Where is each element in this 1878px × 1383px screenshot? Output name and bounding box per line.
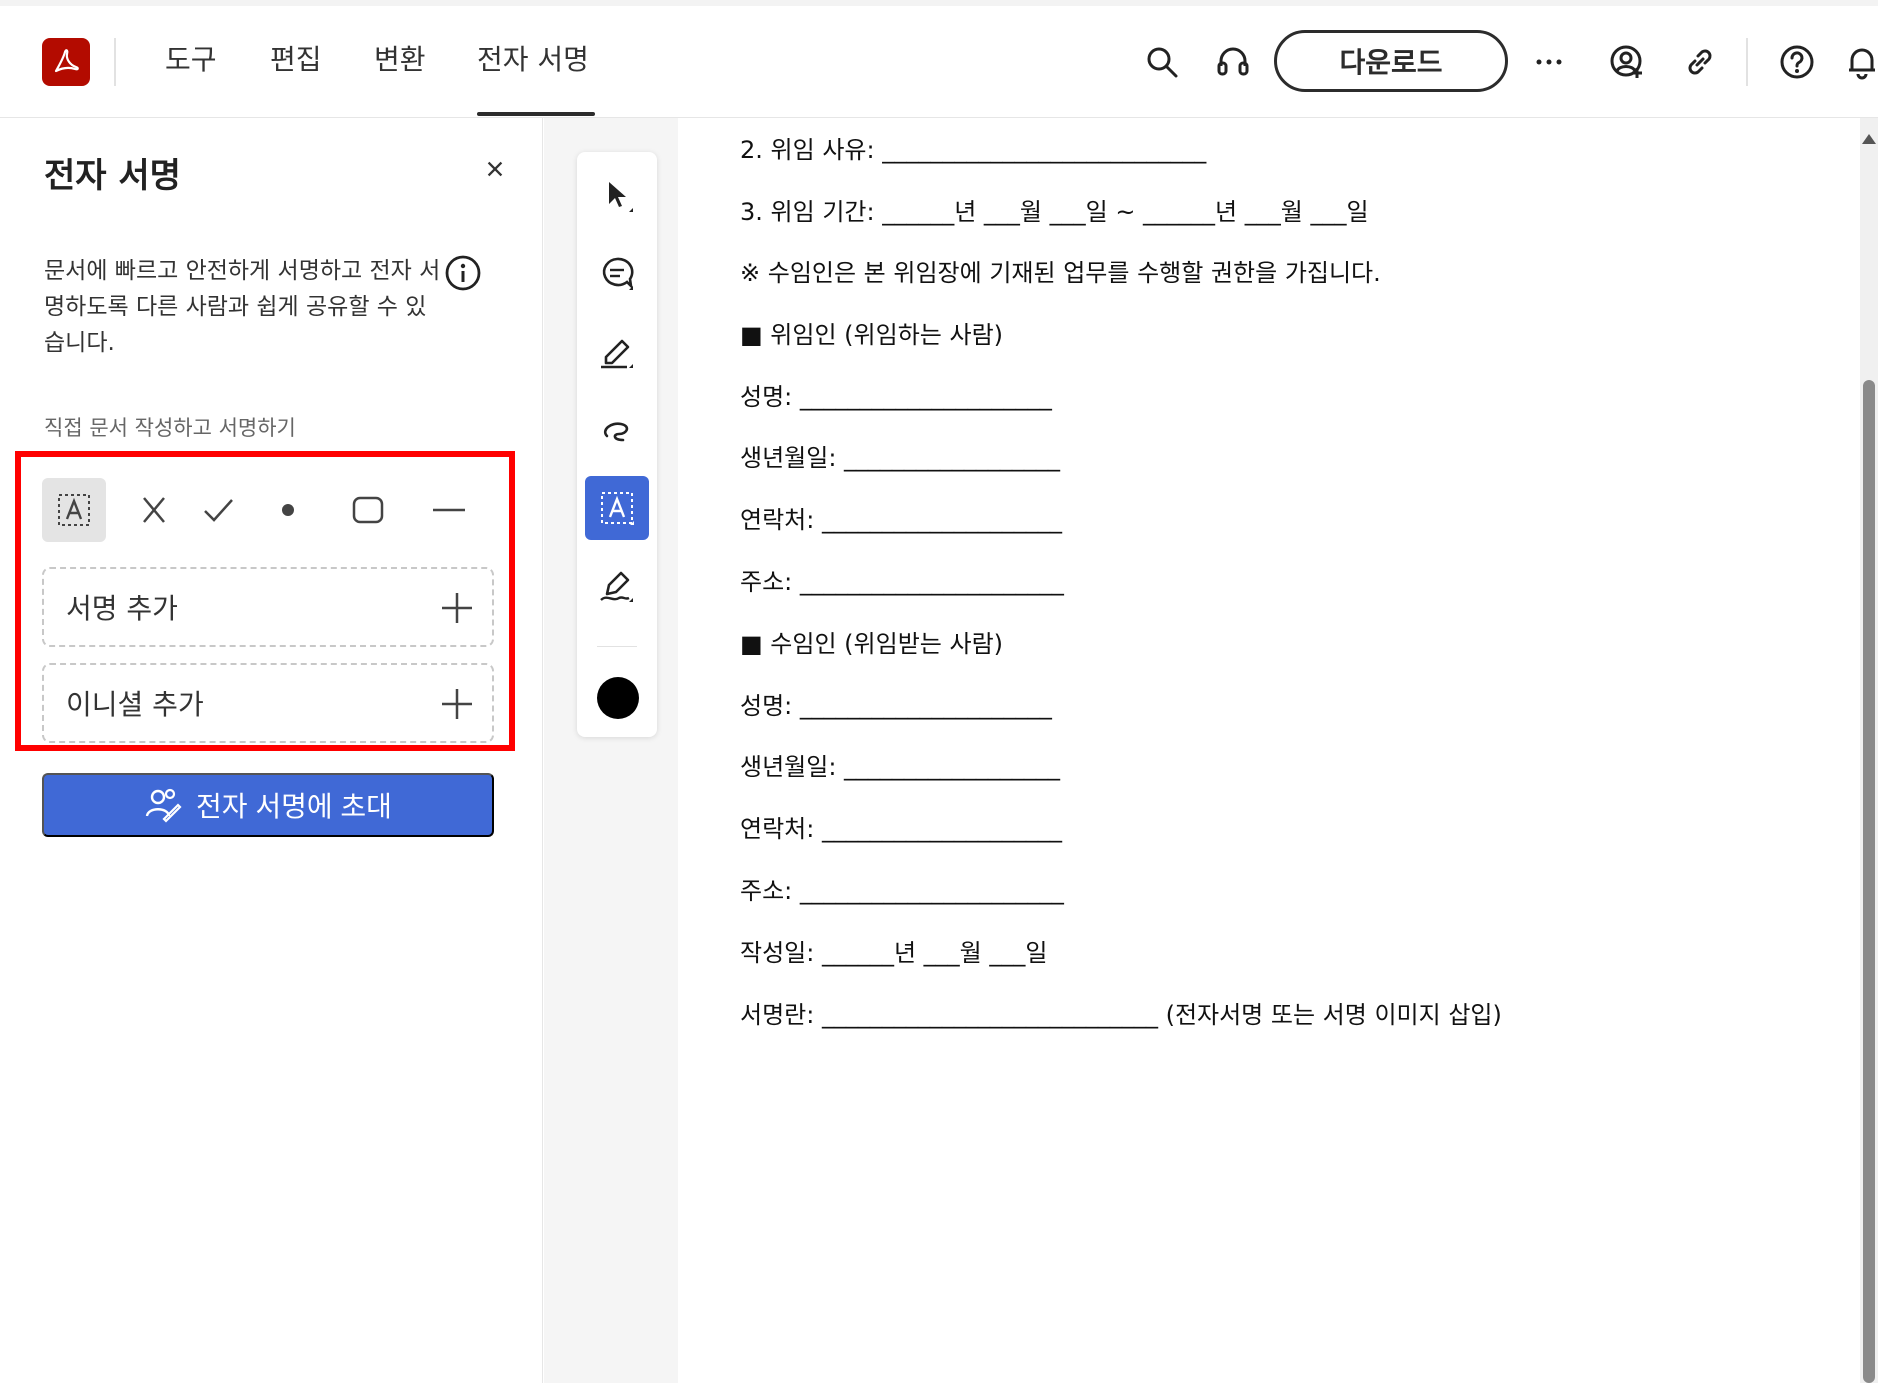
doc-line: 주소: ______________________ xyxy=(740,877,1064,905)
section-label: 직접 문서 작성하고 서명하기 xyxy=(44,416,296,440)
doc-line: 작성일: ______년 ___월 ___일 xyxy=(740,939,1048,967)
doc-line: 생년월일: __________________ xyxy=(740,444,1061,472)
rectangle-icon[interactable] xyxy=(336,478,400,542)
text-field-icon[interactable] xyxy=(42,478,106,542)
cross-icon[interactable] xyxy=(122,478,186,542)
acrobat-glyph xyxy=(54,49,79,73)
doc-line: 주소: ______________________ xyxy=(740,568,1064,596)
search-icon[interactable] xyxy=(1140,40,1184,84)
plus-icon xyxy=(442,593,472,623)
doc-line: 2. 위임 사유: ___________________________ xyxy=(740,136,1207,164)
headset-icon[interactable] xyxy=(1211,40,1255,84)
document-page[interactable]: 2. 위임 사유: ___________________________ 3.… xyxy=(678,118,1860,1383)
add-initials-label: 이니셜 추가 xyxy=(66,688,204,721)
add-initials-slot[interactable]: 이니셜 추가 xyxy=(42,663,494,743)
doc-line: 성명: _____________________ xyxy=(740,383,1052,411)
more-icon[interactable] xyxy=(1527,40,1571,84)
panel-title: 전자 서명 xyxy=(44,156,181,196)
comment-icon[interactable] xyxy=(585,242,649,306)
dot-icon[interactable] xyxy=(256,478,320,542)
highlighter-icon[interactable] xyxy=(585,320,649,384)
doc-line: 생년월일: __________________ xyxy=(740,753,1061,781)
plus-icon xyxy=(442,689,472,719)
link-icon[interactable] xyxy=(1678,40,1722,84)
doc-line: 연락처: ____________________ xyxy=(740,506,1062,534)
line-icon[interactable] xyxy=(417,478,481,542)
color-picker[interactable] xyxy=(597,677,639,719)
close-icon[interactable] xyxy=(478,152,512,186)
tab-e-sign[interactable]: 전자 서명 xyxy=(477,40,589,80)
bell-icon[interactable] xyxy=(1844,40,1878,84)
doc-line: 성명: _____________________ xyxy=(740,692,1052,720)
toolbar-divider xyxy=(597,646,637,647)
tab-edit[interactable]: 편집 xyxy=(270,40,322,80)
add-signature-label: 서명 추가 xyxy=(66,592,178,625)
header-divider xyxy=(114,38,116,86)
panel-description: 문서에 빠르고 안전하게 서명하고 전자 서명하도록 다른 사람과 쉽게 공유할… xyxy=(44,258,441,356)
top-bar: 도구 편집 변환 전자 서명 다운로드 xyxy=(0,0,1878,118)
doc-line: 3. 위임 기간: ______년 ___월 ___일 ~ ______년 __… xyxy=(740,198,1369,226)
doc-line: ※ 수임인은 본 위임장에 기재된 업무를 수행할 권한을 가집니다. xyxy=(740,259,1381,287)
share-user-icon[interactable] xyxy=(1605,40,1649,84)
fill-tools-row xyxy=(42,478,502,542)
tab-tools[interactable]: 도구 xyxy=(165,40,217,80)
sign-pen-icon[interactable] xyxy=(585,554,649,618)
help-icon[interactable] xyxy=(1775,40,1819,84)
doc-line: ■ 수임인 (위임받는 사람) xyxy=(740,630,1004,658)
e-sign-panel: 전자 서명 문서에 빠르고 안전하게 서명하고 전자 서명하도록 다른 사람과 … xyxy=(0,118,543,1383)
doc-line: 서명란: ____________________________ (전자서명 … xyxy=(740,1001,1502,1029)
active-tab-indicator xyxy=(477,112,595,116)
vertical-toolbar xyxy=(577,152,657,737)
info-icon[interactable] xyxy=(444,254,482,292)
download-button[interactable]: 다운로드 xyxy=(1274,30,1508,92)
invite-people-icon xyxy=(145,788,182,823)
text-field-icon[interactable] xyxy=(585,476,649,540)
invite-button-label: 전자 서명에 초대 xyxy=(196,791,392,822)
checkmark-icon[interactable] xyxy=(186,478,250,542)
invite-e-sign-button[interactable]: 전자 서명에 초대 xyxy=(42,773,494,837)
header-divider-right xyxy=(1746,38,1748,86)
scroll-up-arrow-icon[interactable] xyxy=(1862,134,1876,144)
doc-line: 연락처: ____________________ xyxy=(740,815,1062,843)
add-signature-slot[interactable]: 서명 추가 xyxy=(42,567,494,647)
doc-line: ■ 위임인 (위임하는 사람) xyxy=(740,321,1004,349)
acrobat-logo-icon[interactable] xyxy=(42,38,90,86)
draw-freehand-icon[interactable] xyxy=(585,398,649,462)
select-pointer-icon[interactable] xyxy=(585,164,649,228)
tab-convert[interactable]: 변환 xyxy=(374,40,426,80)
scrollbar-thumb[interactable] xyxy=(1863,380,1875,1383)
top-edge xyxy=(0,0,1878,6)
